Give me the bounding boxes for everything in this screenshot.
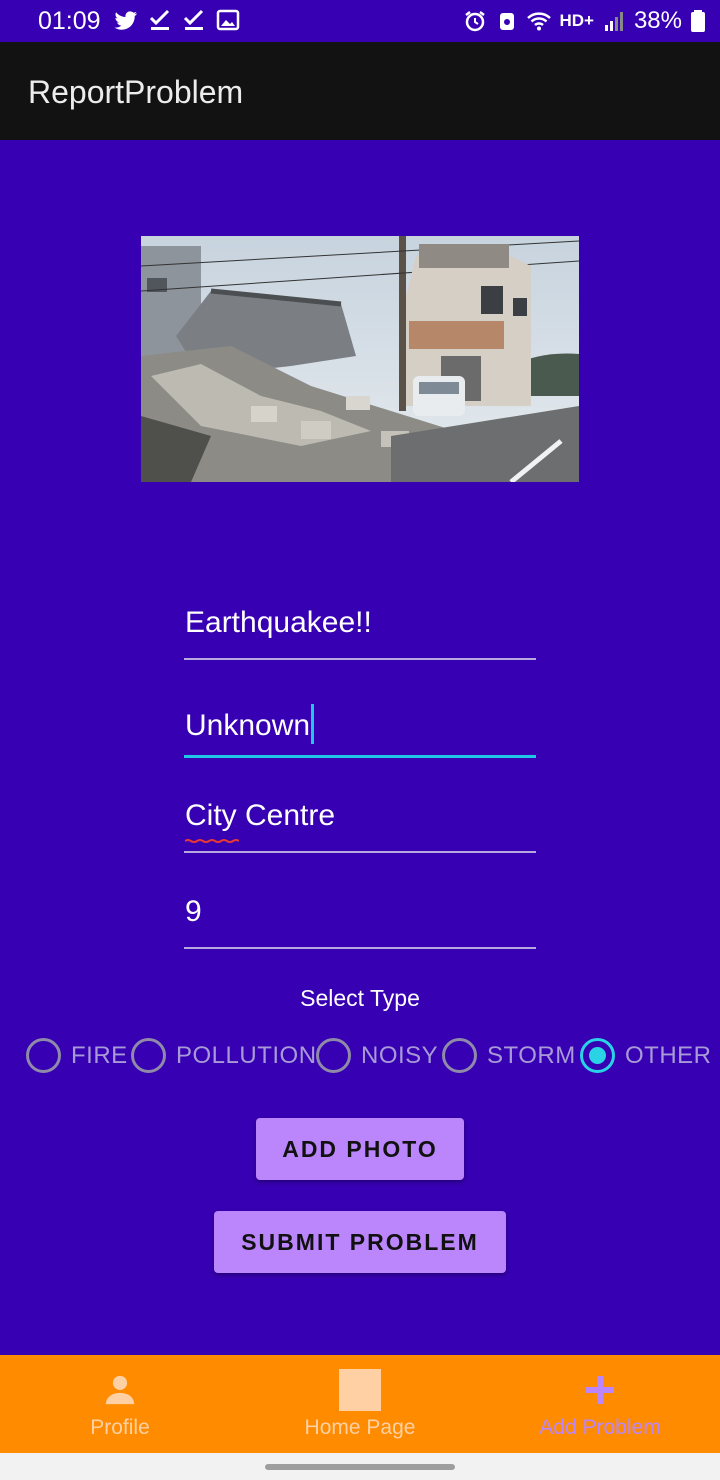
person-icon bbox=[105, 1375, 135, 1405]
radio-circle bbox=[442, 1038, 477, 1073]
data-saver-icon bbox=[500, 13, 515, 30]
number-field[interactable]: 9 bbox=[184, 889, 536, 949]
type-radio-group: FIRE POLLUTION NOISY STORM OTHER bbox=[0, 1038, 720, 1078]
battery-percent: 38% bbox=[633, 7, 682, 34]
home-gesture-bar[interactable] bbox=[265, 1464, 455, 1470]
system-icons: HD+ 38% bbox=[463, 7, 706, 35]
location-field[interactable]: City Centre bbox=[184, 793, 536, 853]
status-time: 01:09 bbox=[38, 7, 101, 35]
submit-problem-button[interactable]: SUBMIT PROBLEM bbox=[214, 1211, 506, 1273]
text-cursor bbox=[311, 704, 315, 744]
home-square-icon bbox=[339, 1369, 381, 1411]
number-field-underline bbox=[184, 947, 536, 949]
title-field-value: Earthquakee!! bbox=[185, 606, 372, 639]
radio-label: POLLUTION bbox=[176, 1041, 317, 1069]
radio-pollution[interactable]: POLLUTION bbox=[131, 1038, 317, 1073]
gallery-icon bbox=[216, 9, 240, 31]
description-field-underline bbox=[184, 755, 536, 758]
wifi-icon bbox=[527, 12, 552, 31]
alarm-icon bbox=[465, 11, 486, 32]
app-bar: ReportProblem bbox=[0, 42, 720, 140]
add-photo-button[interactable]: ADD PHOTO bbox=[256, 1118, 464, 1180]
radio-fire[interactable]: FIRE bbox=[26, 1038, 128, 1073]
spellcheck-underline bbox=[185, 839, 239, 843]
description-field[interactable]: Unknown bbox=[184, 698, 536, 758]
nav-label-add-problem: Add Problem bbox=[539, 1416, 661, 1439]
nav-item-profile[interactable]: Profile bbox=[0, 1355, 240, 1453]
title-field[interactable]: Earthquakee!! bbox=[184, 600, 536, 660]
radio-circle bbox=[316, 1038, 351, 1073]
radio-label: NOISY bbox=[361, 1041, 439, 1069]
radio-other[interactable]: OTHER bbox=[580, 1038, 712, 1073]
twitter-icon bbox=[114, 11, 137, 30]
radio-label: STORM bbox=[487, 1041, 576, 1069]
plus-icon bbox=[586, 1376, 614, 1404]
radio-label: FIRE bbox=[71, 1041, 128, 1069]
task-done-icon bbox=[149, 9, 170, 30]
task-done-icon bbox=[183, 9, 204, 30]
radio-noisy[interactable]: NOISY bbox=[316, 1038, 438, 1073]
page-title: ReportProblem bbox=[28, 74, 244, 110]
problem-photo bbox=[141, 236, 579, 482]
nav-label-home-page: Home Page bbox=[304, 1416, 416, 1439]
location-field-underline bbox=[184, 851, 536, 853]
bottom-navigation: Profile Home Page Add Problem bbox=[0, 1355, 720, 1453]
description-field-content: Unknown bbox=[185, 704, 315, 744]
signal-icon bbox=[604, 12, 623, 31]
location-field-value: City Centre bbox=[185, 799, 336, 832]
nav-label-profile: Profile bbox=[90, 1416, 150, 1439]
nav-item-add-problem[interactable]: Add Problem bbox=[480, 1355, 720, 1453]
radio-circle bbox=[26, 1038, 61, 1073]
radio-circle bbox=[131, 1038, 166, 1073]
description-field-value: Unknown bbox=[185, 709, 311, 742]
radio-storm[interactable]: STORM bbox=[442, 1038, 576, 1073]
number-field-value: 9 bbox=[185, 895, 202, 928]
select-type-label: Select Type bbox=[300, 985, 420, 1011]
status-bar: 01:09 HD+ 38% bbox=[0, 0, 720, 42]
network-type: HD+ bbox=[559, 11, 594, 30]
radio-label: OTHER bbox=[625, 1041, 712, 1069]
title-field-underline bbox=[184, 658, 536, 660]
system-navigation-bar bbox=[0, 1453, 720, 1480]
notification-icons bbox=[114, 8, 240, 32]
radio-circle bbox=[580, 1038, 615, 1073]
battery-icon bbox=[691, 10, 705, 32]
nav-item-home-page[interactable]: Home Page bbox=[240, 1355, 480, 1453]
